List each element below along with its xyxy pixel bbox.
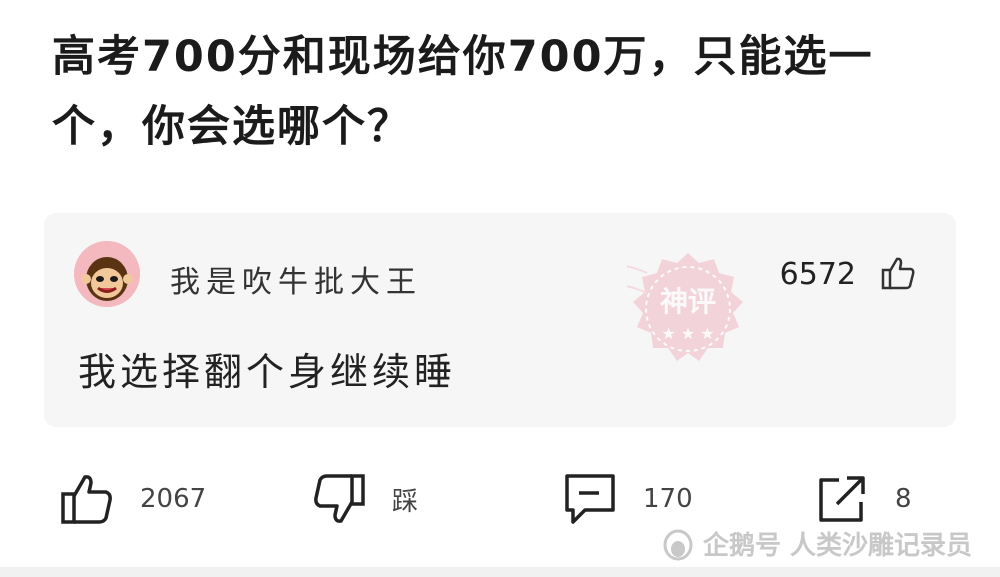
- stamp-text: 神评: [660, 285, 716, 318]
- share-button[interactable]: 8: [815, 472, 912, 526]
- comment-text: 我选择翻个身继续睡: [78, 350, 457, 394]
- dislike-button[interactable]: 踩: [312, 472, 418, 526]
- shenping-stamp-icon: 神评 ★ ★ ★: [627, 253, 743, 361]
- bottom-divider: [0, 567, 1000, 577]
- thumbs-down-icon: [314, 474, 365, 523]
- dislike-label: 踩: [392, 486, 419, 517]
- top-comment-card[interactable]: 我是吹牛批大王 神评 ★ ★ ★ 6572 我选择翻个身继续睡: [44, 213, 956, 427]
- comment-button[interactable]: 170: [563, 472, 693, 526]
- like-button[interactable]: 2067: [60, 472, 206, 526]
- share-count: 8: [895, 484, 912, 514]
- watermark-text: 企鹅号 人类沙雕记录员: [702, 531, 972, 561]
- comment-count: 170: [643, 484, 693, 514]
- comment-username[interactable]: 我是吹牛批大王: [170, 257, 422, 301]
- comment-icon: [565, 474, 615, 524]
- watermark: 企鹅号 人类沙雕记录员: [661, 525, 972, 562]
- like-count: 2067: [140, 484, 207, 514]
- svg-text:★ ★ ★: ★ ★ ★: [661, 324, 714, 343]
- avatar[interactable]: [74, 241, 140, 307]
- thumbs-up-icon[interactable]: [880, 255, 916, 295]
- share-icon: [819, 476, 865, 522]
- comment-like-count: 6572: [779, 257, 856, 292]
- thumbs-up-icon: [61, 475, 112, 524]
- penguin-logo-icon: [663, 529, 693, 560]
- post-title: 高考700分和现场给你700万，只能选一个，你会选哪个？: [52, 32, 874, 152]
